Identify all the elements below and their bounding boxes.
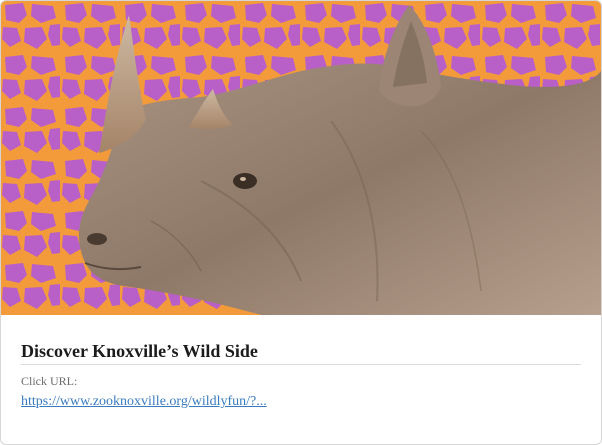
rhino-image <box>1 1 601 315</box>
ad-title[interactable]: Discover Knoxville’s Wild Side <box>21 340 581 365</box>
ad-preview-card: Discover Knoxville’s Wild Side Click URL… <box>0 0 602 445</box>
ad-image[interactable] <box>1 1 601 315</box>
ad-body: Discover Knoxville’s Wild Side Click URL… <box>1 315 601 444</box>
click-url-label: Click URL: <box>21 374 78 388</box>
click-url-link[interactable]: https://www.zooknoxville.org/wildlyfun/?… <box>21 393 267 411</box>
